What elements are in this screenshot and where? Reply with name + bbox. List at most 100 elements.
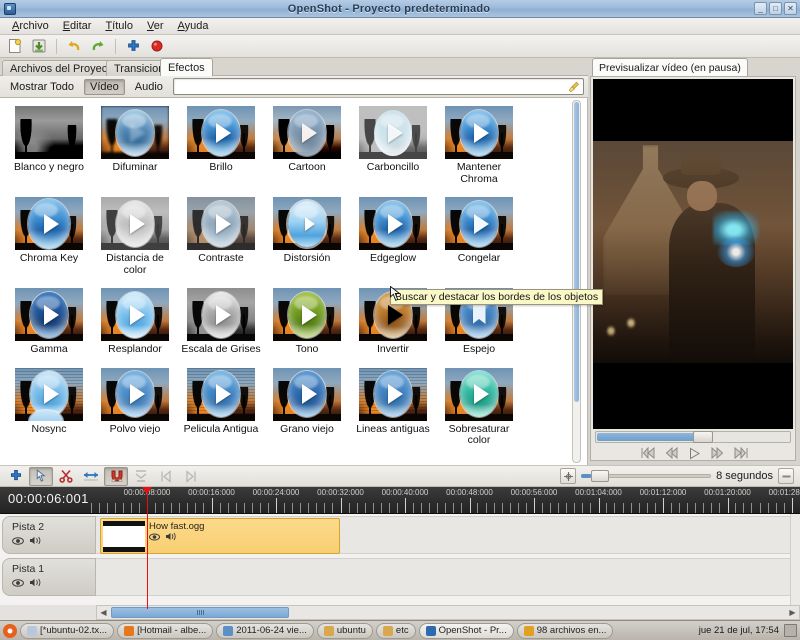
effect-item[interactable]: Pelicula Antigua [178, 367, 264, 447]
mist-overlay [593, 141, 793, 363]
eye-icon[interactable] [12, 536, 24, 545]
taskbar-item[interactable]: ubuntu [316, 622, 373, 639]
add-track-button[interactable] [4, 467, 28, 486]
timeline-ruler[interactable]: 00:00:08:00000:00:16:00000:00:24:00000:0… [0, 487, 800, 514]
effect-item[interactable]: Mantener Chroma [436, 106, 522, 185]
timeline-vertical-scrollbar[interactable] [790, 514, 800, 605]
maximize-button[interactable]: □ [769, 2, 782, 15]
effect-item[interactable]: Brillo [178, 106, 264, 185]
effect-item[interactable]: Carboncillo [350, 106, 436, 185]
effect-item[interactable]: Cartoon [264, 106, 350, 185]
new-project-button[interactable] [4, 36, 26, 56]
effect-item[interactable]: Lineas antiguas [350, 367, 436, 447]
timeline-horizontal-scrollbar[interactable]: ◀ ▶ [96, 605, 800, 620]
video-display[interactable] [593, 79, 793, 429]
taskbar-item[interactable]: 2011-06-24 vie... [216, 622, 314, 639]
magnet-icon [111, 470, 123, 483]
play-icon[interactable] [688, 447, 701, 460]
broom-clear-icon[interactable] [568, 81, 580, 93]
menu-editar[interactable]: Editar [56, 19, 99, 33]
effect-item[interactable]: Chroma Key [6, 197, 92, 276]
filter-audio-button[interactable]: Audio [129, 79, 169, 95]
filter-video-button[interactable]: Vídeo [84, 78, 125, 95]
menu-ayuda[interactable]: Ayuda [170, 19, 215, 33]
effects-search-input[interactable] [172, 78, 584, 95]
effects-scroll-area[interactable]: Blanco y negro Difuminar Brillo Cartoon Carb… [0, 98, 588, 465]
resize-tool-button[interactable] [79, 467, 103, 486]
track-header[interactable]: Pista 2 [2, 516, 96, 554]
effect-item[interactable]: Polvo viejo [92, 367, 178, 447]
effects-scrollbar-thumb[interactable] [574, 102, 579, 402]
redo-arrow-icon [92, 41, 104, 51]
taskbar-clock[interactable]: jue 21 de jul, 17:54 [699, 625, 781, 636]
effect-item[interactable]: Blanco y negro [6, 106, 92, 185]
taskbar-item[interactable]: [Hotmail - albe... [117, 622, 214, 639]
timeline-playhead[interactable] [142, 487, 152, 609]
speaker-icon[interactable] [29, 536, 41, 545]
next-marker-button[interactable] [179, 467, 203, 486]
rewind-icon[interactable] [665, 447, 679, 459]
ubuntu-logo-icon[interactable] [3, 623, 17, 638]
effect-tooltip: Buscar y destacar los bordes de los obje… [390, 289, 604, 305]
undo-button[interactable] [63, 36, 85, 56]
timeline-tracks[interactable]: How fast.ogg Pista 2 Pista 1 [0, 514, 800, 605]
tab-efectos[interactable]: Efectos [160, 58, 213, 76]
snapping-toggle-button[interactable] [104, 466, 128, 486]
menu-archivo[interactable]: Archivo [5, 19, 56, 33]
collapse-icon [782, 475, 790, 477]
track-body[interactable]: How fast.ogg [96, 516, 800, 554]
redo-button[interactable] [87, 36, 109, 56]
trash-icon[interactable] [784, 624, 797, 637]
tab-previsualizar-video[interactable]: Previsualizar vídeo (en pausa) [592, 58, 748, 76]
collapse-panel-button[interactable] [778, 468, 794, 484]
effect-item[interactable]: Nosync [6, 367, 92, 447]
preview-seek-slider[interactable] [595, 431, 791, 443]
center-playhead-button[interactable] [560, 468, 577, 484]
effect-item[interactable]: Sobresaturar color [436, 367, 522, 447]
preview-seek-thumb[interactable] [693, 431, 713, 443]
track-body[interactable] [96, 558, 800, 596]
menu-titulo[interactable]: Título [98, 19, 140, 33]
select-tool-button[interactable] [29, 466, 53, 486]
effect-item[interactable]: Contraste [178, 197, 264, 276]
eye-icon[interactable] [12, 578, 24, 587]
add-marker-button[interactable] [129, 467, 153, 486]
fast-forward-icon[interactable] [710, 447, 724, 459]
taskbar-item[interactable]: OpenShot - Pr... [418, 622, 514, 639]
speaker-icon[interactable] [29, 578, 41, 587]
effect-item[interactable]: Tono [264, 288, 350, 356]
effects-vertical-scrollbar[interactable] [572, 100, 581, 463]
previous-marker-button[interactable] [154, 467, 178, 486]
filter-show-all-button[interactable]: Mostrar Todo [4, 79, 80, 95]
taskbar-item[interactable]: 98 archivos en... [516, 622, 614, 639]
effect-item[interactable]: Resplandor [92, 288, 178, 356]
timeline-clip[interactable]: How fast.ogg [100, 518, 340, 554]
effect-item[interactable]: Gamma [6, 288, 92, 356]
menu-ver[interactable]: Ver [140, 19, 171, 33]
track-header[interactable]: Pista 1 [2, 558, 96, 596]
effect-item[interactable]: Distancia de color [92, 197, 178, 276]
close-button[interactable]: ✕ [784, 2, 797, 15]
eye-icon[interactable] [149, 533, 160, 541]
scroll-left-arrow[interactable]: ◀ [97, 606, 110, 619]
timeline-zoom-slider[interactable] [581, 469, 712, 483]
speaker-icon[interactable] [165, 532, 176, 541]
effect-item[interactable]: Edgeglow [350, 197, 436, 276]
zoom-slider-knob[interactable] [591, 470, 610, 482]
effect-item[interactable]: Escala de Grises [178, 288, 264, 356]
taskbar-item[interactable]: [*ubuntu-02.tx... [20, 622, 115, 639]
razor-tool-button[interactable] [54, 467, 78, 486]
effect-item[interactable]: Distorsión [264, 197, 350, 276]
scroll-right-arrow[interactable]: ▶ [786, 606, 799, 619]
minimize-button[interactable]: _ [754, 2, 767, 15]
effect-item[interactable]: Congelar [436, 197, 522, 276]
save-project-button[interactable] [28, 36, 50, 56]
effect-item[interactable]: Difuminar [92, 106, 178, 185]
effect-item[interactable]: Grano viejo [264, 367, 350, 447]
skip-start-icon[interactable] [640, 447, 656, 459]
record-button[interactable] [146, 36, 168, 56]
skip-end-icon[interactable] [733, 447, 749, 459]
timeline-scrollbar-thumb[interactable] [111, 607, 289, 618]
taskbar-item[interactable]: etc [375, 622, 416, 639]
add-files-button[interactable] [122, 36, 144, 56]
